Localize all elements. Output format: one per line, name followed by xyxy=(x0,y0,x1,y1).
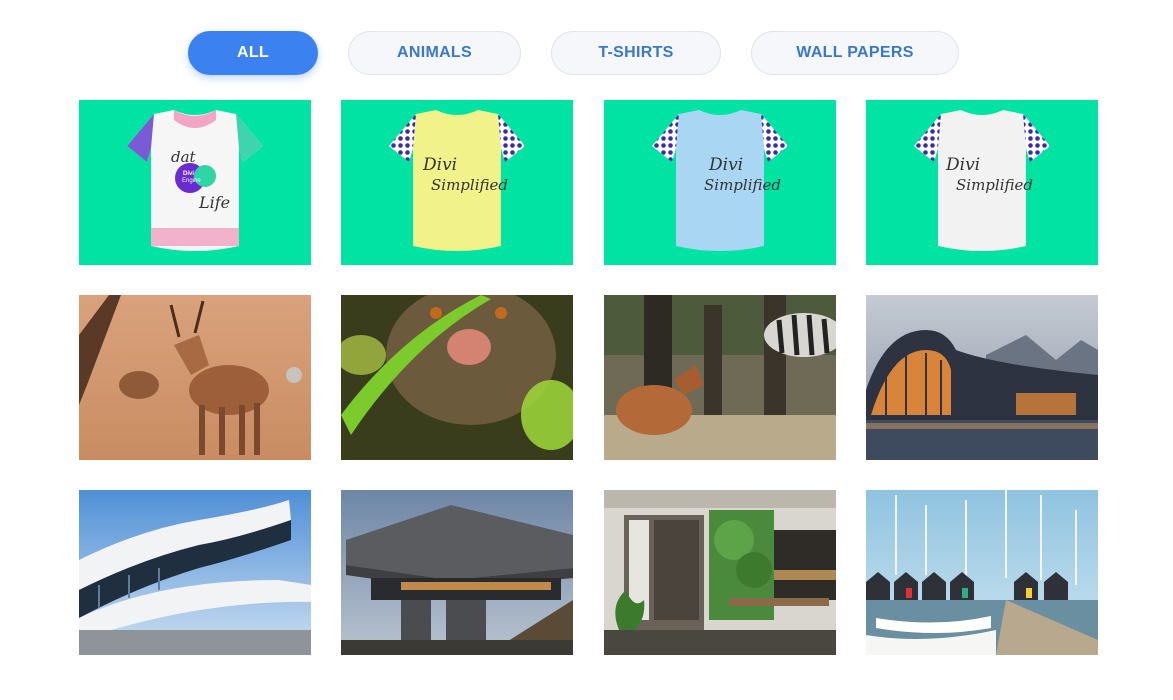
svg-text:Simplified: Simplified xyxy=(956,176,1033,194)
tshirt-image: Divi Simplified xyxy=(604,100,836,265)
wave-building-image xyxy=(866,295,1098,460)
tshirt-image: dat Divi Engine Life xyxy=(79,100,311,265)
svg-text:Life: Life xyxy=(198,193,230,212)
tshirt-print-line: dat xyxy=(171,148,197,166)
concrete-house-image xyxy=(341,490,573,655)
svg-text:Engine: Engine xyxy=(182,178,201,184)
gallery-item-animal-closeup[interactable] xyxy=(341,295,573,460)
gallery-item-antelope[interactable] xyxy=(79,295,311,460)
svg-text:Simplified: Simplified xyxy=(704,176,781,194)
gallery-item-wave-building[interactable] xyxy=(866,295,1098,460)
gallery-item-tshirt-4[interactable]: Divi Simplified xyxy=(866,100,1098,265)
gallery-item-deer-zebra[interactable] xyxy=(604,295,836,460)
svg-text:Divi: Divi xyxy=(422,155,457,175)
gallery-item-tshirt-2[interactable]: Divi Simplified xyxy=(341,100,573,265)
antelope-image xyxy=(79,295,311,460)
gallery-item-kitchen[interactable] xyxy=(604,490,836,655)
kitchen-image xyxy=(604,490,836,655)
svg-text:Divi: Divi xyxy=(183,171,194,177)
gallery-item-concrete-house[interactable] xyxy=(341,490,573,655)
deer-zebra-image xyxy=(604,295,836,460)
harbor-image xyxy=(866,490,1098,655)
filter-animals-button[interactable]: ANIMALS xyxy=(348,31,521,75)
animal-closeup-image xyxy=(341,295,573,460)
svg-text:Divi: Divi xyxy=(945,155,980,175)
filter-bar: ALL ANIMALS T-SHIRTS WALL PAPERS xyxy=(0,31,1173,77)
svg-text:Divi: Divi xyxy=(708,155,743,175)
filter-wallpapers-button[interactable]: WALL PAPERS xyxy=(751,31,959,75)
gallery-item-harbor[interactable] xyxy=(866,490,1098,655)
modern-building-image xyxy=(79,490,311,655)
filter-tshirts-button[interactable]: T-SHIRTS xyxy=(551,31,721,75)
tshirt-image: Divi Simplified xyxy=(341,100,573,265)
svg-text:Simplified: Simplified xyxy=(431,176,508,194)
gallery-item-tshirt-1[interactable]: dat Divi Engine Life xyxy=(79,100,311,265)
gallery-item-modern-building[interactable] xyxy=(79,490,311,655)
tshirt-image: Divi Simplified xyxy=(866,100,1098,265)
gallery-item-tshirt-3[interactable]: Divi Simplified xyxy=(604,100,836,265)
filter-all-button[interactable]: ALL xyxy=(188,31,318,75)
